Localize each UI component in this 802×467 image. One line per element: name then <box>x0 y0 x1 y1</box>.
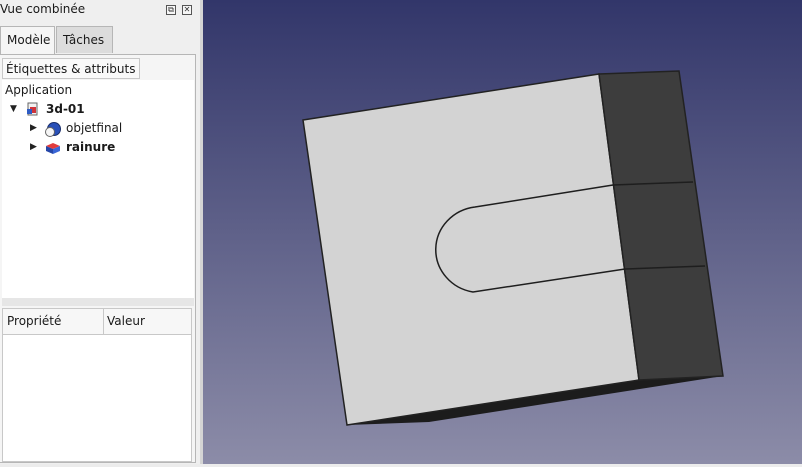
tree-item-rainure[interactable]: rainure <box>66 138 115 156</box>
property-table-header: Propriété Valeur <box>3 309 191 335</box>
property-table: Propriété Valeur <box>2 308 192 462</box>
float-panel-button[interactable]: ⧉ <box>166 5 176 15</box>
column-divider[interactable] <box>103 309 104 334</box>
3d-viewport[interactable] <box>203 0 802 464</box>
panel-splitter[interactable] <box>2 298 194 306</box>
3d-scene[interactable] <box>203 0 802 464</box>
boolean-cut-icon <box>45 121 61 140</box>
column-header-property[interactable]: Propriété <box>7 314 61 328</box>
part-box-icon <box>45 140 61 159</box>
block-front-face <box>302 73 640 426</box>
tree-item-document[interactable]: 3d-01 <box>46 100 85 118</box>
tree-root-application[interactable]: Application <box>5 81 72 99</box>
tree-item-objetfinal[interactable]: objetfinal <box>66 119 122 137</box>
tab-tasks[interactable]: Tâches <box>56 26 113 53</box>
expand-arrow-right-icon[interactable]: ▶ <box>30 123 37 133</box>
combo-view-panel: Vue combinée ⧉ ✕ Modèle Tâches Étiquette… <box>0 0 200 464</box>
column-header-value[interactable]: Valeur <box>107 314 145 328</box>
expand-arrow-down-icon[interactable]: ▼ <box>10 104 17 114</box>
document-icon <box>26 102 40 119</box>
panel-title: Vue combinée <box>0 2 86 16</box>
expand-arrow-right-icon[interactable]: ▶ <box>30 142 37 152</box>
tab-bar: Modèle Tâches <box>0 26 200 54</box>
model-tree: Application ▼ 3d-01 ▶ objetfinal ▶ rainu… <box>2 80 194 298</box>
tab-model[interactable]: Modèle <box>0 26 55 54</box>
close-panel-button[interactable]: ✕ <box>182 5 192 15</box>
tree-header-labels-attributes[interactable]: Étiquettes & attributs <box>2 58 140 79</box>
